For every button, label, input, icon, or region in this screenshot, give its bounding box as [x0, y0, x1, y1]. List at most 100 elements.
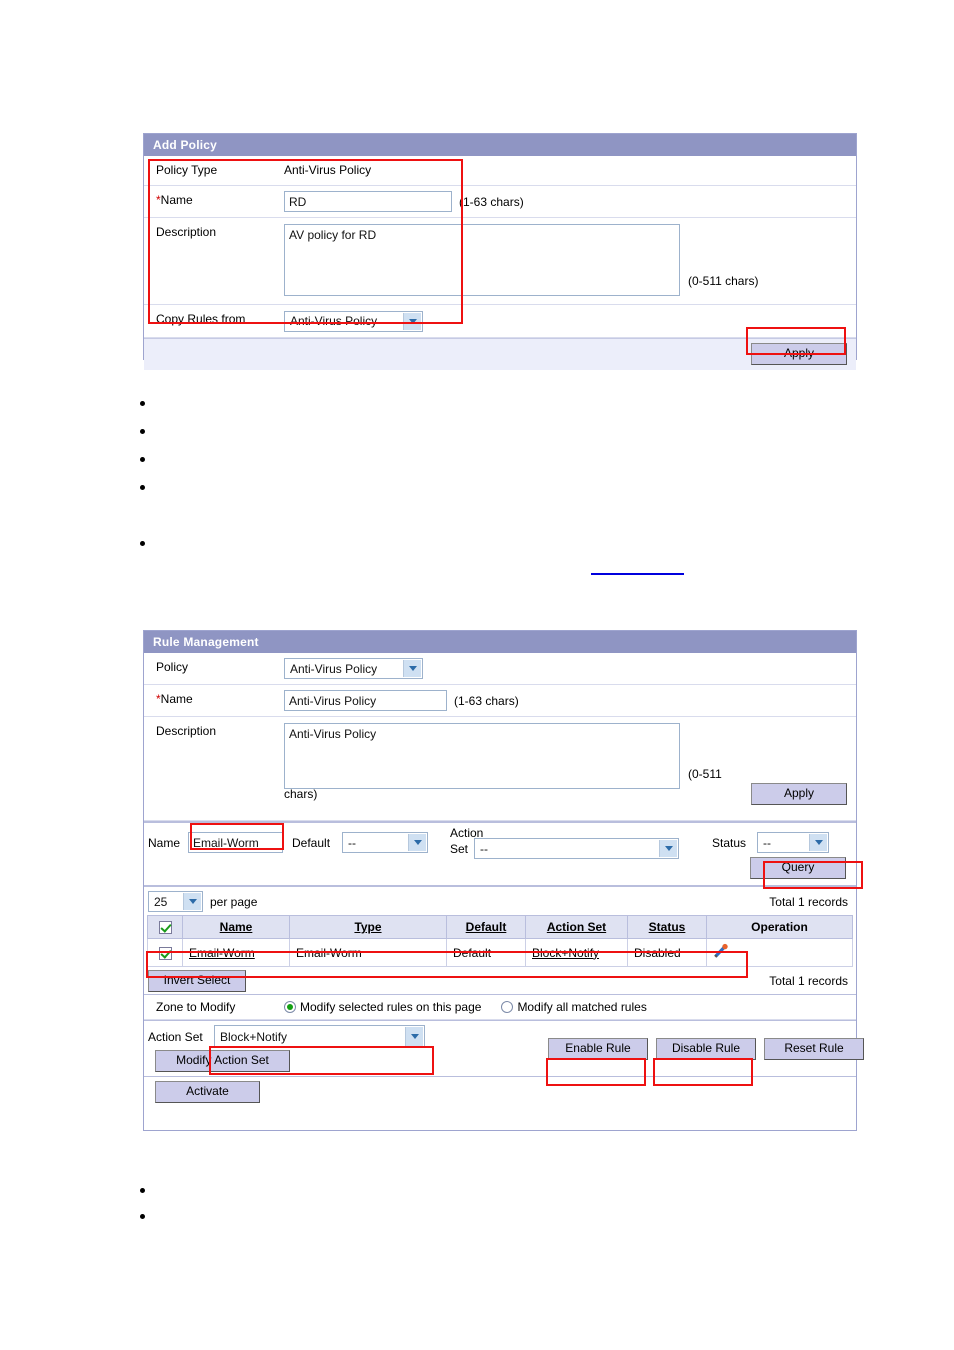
action-set-label: Action Set: [148, 1030, 203, 1045]
rule-name-row: *Name (1-63 chars): [144, 685, 856, 717]
pencil-icon[interactable]: [713, 943, 729, 959]
per-page-label: per page: [210, 895, 258, 909]
radio-modify-all[interactable]: [501, 1001, 514, 1014]
row-action-set-link[interactable]: Block+Notify: [532, 946, 599, 960]
column-header-type[interactable]: Type: [289, 914, 447, 940]
rule-name-hint: (1-63 chars): [454, 693, 519, 708]
row-type-cell: Email-Worm: [289, 938, 447, 968]
zone-to-modify-label: Zone to Modify: [156, 1000, 236, 1015]
table-row: Email-Worm Email-Worm Default Block+Noti…: [147, 938, 853, 968]
bullet-marker: [140, 457, 145, 462]
rule-name-label-text: Name: [160, 692, 193, 706]
rule-description-hint-line1: (0-511: [688, 767, 722, 781]
chevron-down-icon: [809, 834, 827, 851]
filter-default-label: Default: [292, 836, 331, 850]
row-action-set-cell: Block+Notify: [525, 938, 628, 968]
reset-rule-button[interactable]: Reset Rule: [764, 1038, 864, 1061]
radio-modify-selected-label: Modify selected rules on this page: [300, 1000, 482, 1015]
filter-status-select[interactable]: --: [757, 832, 829, 853]
rule-description-hint-line2: chars): [284, 787, 318, 801]
policy-type-label: Policy Type: [156, 163, 218, 177]
action-set-value: Block+Notify: [220, 1029, 288, 1044]
filter-action-set-select[interactable]: --: [474, 838, 679, 859]
row-operation-cell: [706, 938, 853, 968]
filter-default-select[interactable]: --: [342, 832, 428, 853]
rule-description-row: Description Anti-Virus Policy (0-511 cha…: [144, 717, 856, 821]
filter-action-set-label-line2: Set: [450, 842, 469, 856]
query-filter-bar: Name Default -- Action Set -- Status -- …: [144, 821, 856, 887]
bullet-marker: [140, 1214, 145, 1219]
action-set-select[interactable]: Block+Notify: [214, 1025, 425, 1049]
column-header-default[interactable]: Default: [446, 914, 526, 940]
description-hint: (0-511 chars): [688, 274, 759, 288]
row-name-cell: Email-Worm: [182, 938, 290, 968]
per-page-select[interactable]: 25: [148, 891, 203, 912]
copy-rules-select-value: Anti-Virus Policy: [290, 314, 378, 328]
filter-status-label: Status: [712, 836, 747, 850]
add-policy-footer: Apply: [144, 338, 856, 370]
query-button[interactable]: Query: [750, 857, 846, 879]
filter-name-input[interactable]: [188, 832, 283, 853]
action-set-bar: Action Set Block+Notify Modify Action Se…: [144, 1020, 864, 1076]
rule-management-panel: Rule Management Policy Anti-Virus Policy…: [143, 630, 864, 1131]
chevron-down-icon: [403, 312, 421, 330]
policy-type-row: Policy Type Anti-Virus Policy: [144, 156, 856, 186]
rule-description-textarea[interactable]: Anti-Virus Policy: [284, 723, 680, 789]
select-all-checkbox[interactable]: [158, 921, 172, 935]
policy-select-value: Anti-Virus Policy: [290, 661, 378, 676]
row-default-cell: Default: [446, 938, 526, 968]
chevron-down-icon: [408, 834, 426, 851]
add-policy-apply-button[interactable]: Apply: [751, 343, 847, 365]
description-label: Description: [156, 225, 217, 239]
column-header-status[interactable]: Status: [627, 914, 707, 940]
row-select-cell: [147, 938, 183, 968]
row-checkbox[interactable]: [158, 946, 172, 960]
policy-row: Policy Anti-Virus Policy: [144, 653, 856, 685]
column-header-name[interactable]: Name: [182, 914, 290, 940]
bullet-marker: [140, 1188, 145, 1193]
cross-reference-link[interactable]: [591, 573, 684, 575]
add-policy-body: Policy Type Anti-Virus Policy *Name (1-6…: [144, 156, 856, 370]
column-header-operation: Operation: [706, 914, 853, 940]
chevron-down-icon: [403, 660, 421, 677]
rules-table-wrap: Name Type Default Action Set Status Oper…: [144, 914, 856, 968]
zone-to-modify-row: Zone to Modify Modify selected rules on …: [144, 994, 856, 1021]
activate-button[interactable]: Activate: [155, 1081, 260, 1104]
policy-description-textarea[interactable]: AV policy for RD: [284, 224, 680, 296]
radio-modify-selected[interactable]: [284, 1001, 296, 1014]
policy-name-input[interactable]: [284, 191, 452, 212]
select-all-header: [147, 914, 183, 940]
row-name-link[interactable]: Email-Worm: [189, 946, 255, 960]
chevron-down-icon: [405, 1027, 423, 1047]
enable-rule-button[interactable]: Enable Rule: [548, 1038, 648, 1061]
filter-default-value: --: [348, 835, 356, 850]
bullet-marker: [140, 429, 145, 434]
bullet-marker: [140, 541, 145, 546]
chevron-down-icon: [659, 840, 677, 857]
name-label: *Name: [144, 186, 284, 217]
invert-select-button[interactable]: Invert Select: [148, 970, 246, 993]
rule-management-body: Policy Anti-Virus Policy *Name (1-63 cha…: [144, 653, 864, 1110]
disable-rule-button[interactable]: Disable Rule: [656, 1038, 756, 1061]
rule-name-label: *Name: [144, 685, 284, 716]
chevron-down-icon: [183, 893, 201, 910]
column-header-action-set[interactable]: Action Set: [525, 914, 628, 940]
name-row: *Name (1-63 chars): [144, 186, 856, 218]
policy-select[interactable]: Anti-Virus Policy: [284, 658, 423, 679]
table-header-row: Name Type Default Action Set Status Oper…: [147, 914, 853, 940]
activate-bar: Activate: [144, 1076, 856, 1109]
copy-rules-row: Copy Rules from Anti-Virus Policy: [144, 305, 856, 338]
row-status-cell: Disabled: [627, 938, 707, 968]
filter-action-set-value: --: [480, 841, 488, 856]
modify-action-set-button[interactable]: Modify Action Set: [155, 1050, 290, 1073]
rule-management-apply-button[interactable]: Apply: [751, 783, 847, 805]
copy-rules-select[interactable]: Anti-Virus Policy: [284, 310, 423, 332]
filter-status-value: --: [763, 835, 771, 850]
name-label-text: Name: [160, 193, 193, 207]
rule-name-input[interactable]: [284, 690, 447, 711]
policy-type-value: Anti-Virus Policy: [284, 163, 372, 177]
invert-select-row: Invert Select Total 1 records: [144, 967, 856, 994]
paging-row: 25 per page Total 1 records: [144, 887, 856, 915]
total-records-bottom: Total 1 records: [769, 974, 848, 989]
description-row: Description AV policy for RD (0-511 char…: [144, 218, 856, 305]
